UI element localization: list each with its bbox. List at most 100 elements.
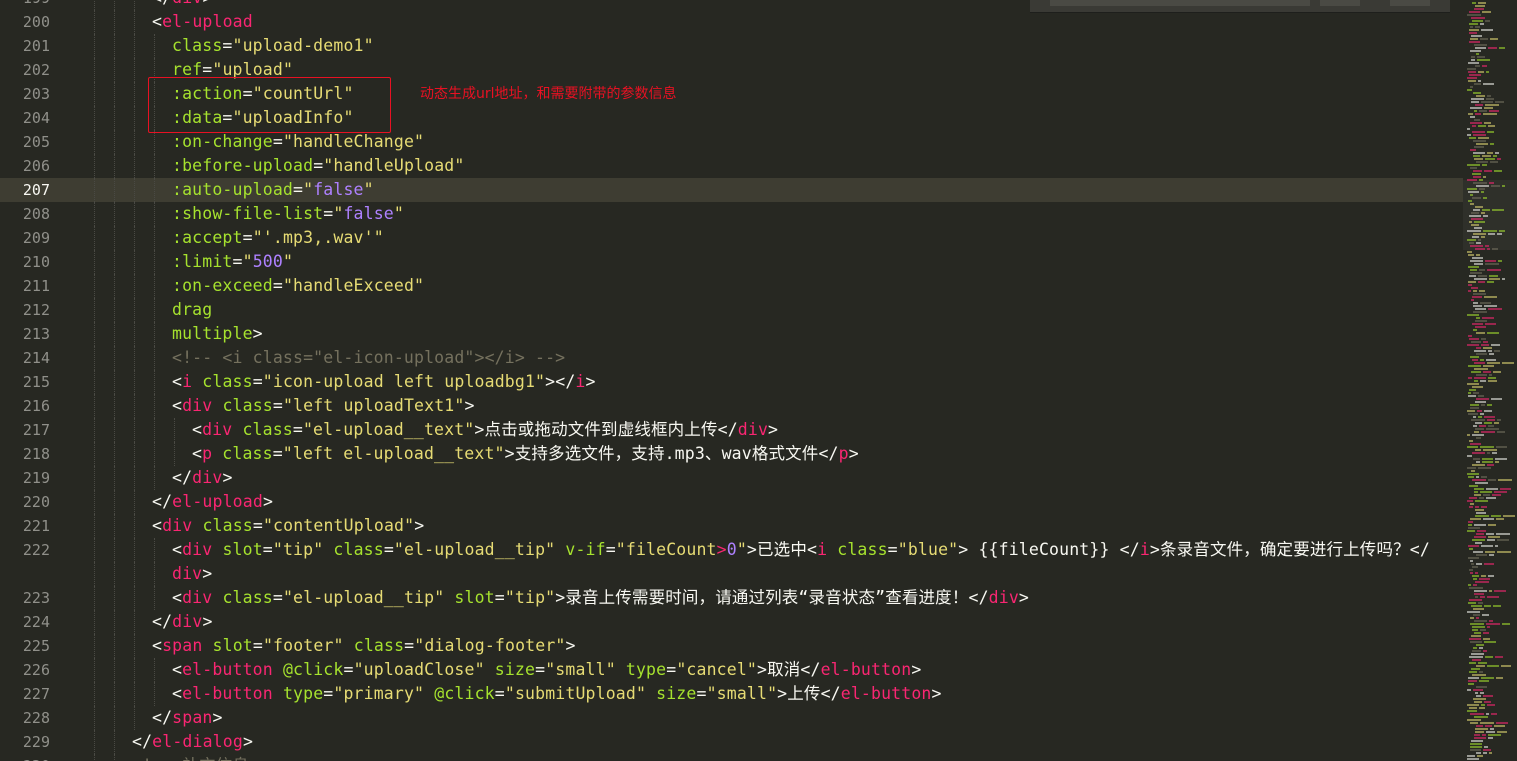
code-token: class bbox=[242, 420, 293, 439]
indent-guide bbox=[134, 0, 135, 10]
code-token: 已选中 bbox=[757, 540, 807, 559]
minimap-line bbox=[1476, 554, 1487, 556]
code-line[interactable]: 214 <!-- <i class="el-icon-upload"></i> -… bbox=[0, 346, 1463, 370]
code-line[interactable]: 226 <el-button @click="uploadClose" size=… bbox=[0, 658, 1463, 682]
minimap-line bbox=[1473, 425, 1477, 427]
code-line[interactable]: 210:limit="500" bbox=[0, 250, 1463, 274]
minimap-line bbox=[1491, 398, 1502, 400]
minimap-line bbox=[1474, 593, 1484, 595]
code-line[interactable]: 229 </el-dialog> bbox=[0, 730, 1463, 754]
indent-guide bbox=[114, 562, 115, 586]
minimap-line bbox=[1474, 734, 1480, 736]
code-token: = bbox=[293, 180, 304, 199]
indent-guide bbox=[134, 514, 135, 538]
code-line[interactable]: 209:accept="'.mp3,.wav'" bbox=[0, 226, 1463, 250]
code-line[interactable]: 218 <p class="left el-upload__text">支持多选文… bbox=[0, 442, 1463, 466]
minimap-line bbox=[1471, 35, 1482, 37]
line-number: 217 bbox=[22, 421, 50, 439]
code-token: 500 bbox=[252, 252, 283, 271]
indent-guide bbox=[134, 538, 135, 562]
minimap-line bbox=[1482, 614, 1489, 616]
find-input[interactable] bbox=[1050, 0, 1310, 6]
code-line[interactable]: 211:on-exceed="handleExceed" bbox=[0, 274, 1463, 298]
minimap-line bbox=[1481, 101, 1493, 103]
code-line[interactable]: 200 <el-upload bbox=[0, 10, 1463, 34]
line-number: 223 bbox=[22, 589, 50, 607]
indent-guide bbox=[114, 586, 115, 610]
code-token: class bbox=[222, 396, 273, 415]
minimap-line bbox=[1472, 539, 1485, 541]
minimap-line bbox=[1468, 62, 1479, 64]
code-line[interactable]: 223 <div class="el-upload__tip" slot="tip… bbox=[0, 586, 1463, 610]
indent-guide bbox=[94, 0, 95, 10]
code-line[interactable]: 201 class="upload-demo1" bbox=[0, 34, 1463, 58]
code-line[interactable]: 225 <span slot="footer" class="dialog-foo… bbox=[0, 634, 1463, 658]
minimap-line bbox=[1473, 176, 1481, 178]
code-line[interactable]: 227 <el-button type="primary" @click="sub… bbox=[0, 682, 1463, 706]
code-token: < bbox=[192, 420, 203, 439]
code-line[interactable]: 217 <div class="el-upload__text">点击或拖动文件到… bbox=[0, 418, 1463, 442]
find-close-button[interactable] bbox=[1390, 0, 1430, 6]
code-token: "el-upload__tip" bbox=[282, 588, 445, 607]
minimap-line bbox=[1479, 269, 1485, 271]
code-line[interactable]: 222 <div slot="tip" class="el-upload__tip… bbox=[0, 538, 1463, 562]
code-line[interactable]: 228 </span> bbox=[0, 706, 1463, 730]
minimap-line bbox=[1471, 98, 1484, 100]
code-line[interactable]: 219 </div> bbox=[0, 466, 1463, 490]
code-line[interactable]: 212 drag bbox=[0, 298, 1463, 322]
minimap-line bbox=[1472, 323, 1483, 325]
minimap-line bbox=[1478, 467, 1491, 469]
code-line[interactable]: 207:auto-upload="false" bbox=[0, 178, 1463, 202]
minimap-line bbox=[1468, 557, 1479, 559]
code-token: > bbox=[414, 516, 425, 535]
minimap-line bbox=[1472, 257, 1483, 259]
code-token: > bbox=[756, 660, 768, 679]
code-line[interactable]: 213 multiple> bbox=[0, 322, 1463, 346]
code-line[interactable]: 206:before-upload="handleUpload" bbox=[0, 154, 1463, 178]
minimap-line bbox=[1479, 647, 1483, 649]
code-token: "upload-demo1" bbox=[232, 36, 374, 55]
minimap-line bbox=[1480, 491, 1492, 493]
code-token: < bbox=[172, 660, 183, 679]
minimap-line bbox=[1471, 59, 1475, 61]
minimap-line bbox=[1475, 449, 1481, 451]
find-option-button[interactable] bbox=[1320, 0, 1360, 6]
indent-guide bbox=[94, 682, 95, 706]
minimap-line bbox=[1475, 692, 1478, 694]
code-line[interactable]: 208:show-file-list="false" bbox=[0, 202, 1463, 226]
code-token: :before-upload bbox=[172, 156, 314, 175]
code-token: < bbox=[152, 12, 163, 31]
code-token: > bbox=[464, 396, 475, 415]
code-line[interactable]: 205:on-change="handleChange" bbox=[0, 130, 1463, 154]
minimap-line bbox=[1475, 581, 1489, 583]
code-text: <div class="el-upload__tip" slot="tip">录… bbox=[172, 586, 1029, 610]
code-line[interactable]: div> bbox=[0, 562, 1463, 586]
minimap-line bbox=[1481, 704, 1485, 706]
minimap-line bbox=[1467, 188, 1477, 190]
minimap-line bbox=[1473, 698, 1486, 700]
minimap-line bbox=[1469, 29, 1479, 31]
code-line[interactable]: 230 <!-- 补充信息 --> bbox=[0, 754, 1463, 761]
line-number: 216 bbox=[22, 397, 50, 415]
find-panel[interactable] bbox=[1030, 0, 1450, 13]
code-token: 录音上传需要时间，请通过列表“录音状态”查看进度！ bbox=[565, 588, 969, 607]
code-token: "fileCount bbox=[615, 540, 717, 559]
code-line[interactable]: 224 </div> bbox=[0, 610, 1463, 634]
code-line[interactable]: 216 <div class="left uploadText1"> bbox=[0, 394, 1463, 418]
minimap[interactable] bbox=[1463, 0, 1517, 761]
minimap-line bbox=[1482, 164, 1487, 166]
code-line[interactable]: 220 </el-upload> bbox=[0, 490, 1463, 514]
minimap-line bbox=[1488, 308, 1502, 310]
minimap-line bbox=[1472, 359, 1478, 361]
minimap-line bbox=[1475, 320, 1487, 322]
code-line[interactable]: 221 <div class="contentUpload"> bbox=[0, 514, 1463, 538]
code-token: > bbox=[585, 372, 596, 391]
code-line[interactable]: 215 <i class="icon-upload left uploadbg1"… bbox=[0, 370, 1463, 394]
code-token: > bbox=[777, 684, 788, 703]
code-token: <!-- <i class="el-icon-upload"></i> --> bbox=[172, 348, 566, 367]
code-token: span bbox=[172, 708, 213, 727]
indent-guide bbox=[94, 130, 95, 154]
minimap-line bbox=[1472, 20, 1483, 22]
